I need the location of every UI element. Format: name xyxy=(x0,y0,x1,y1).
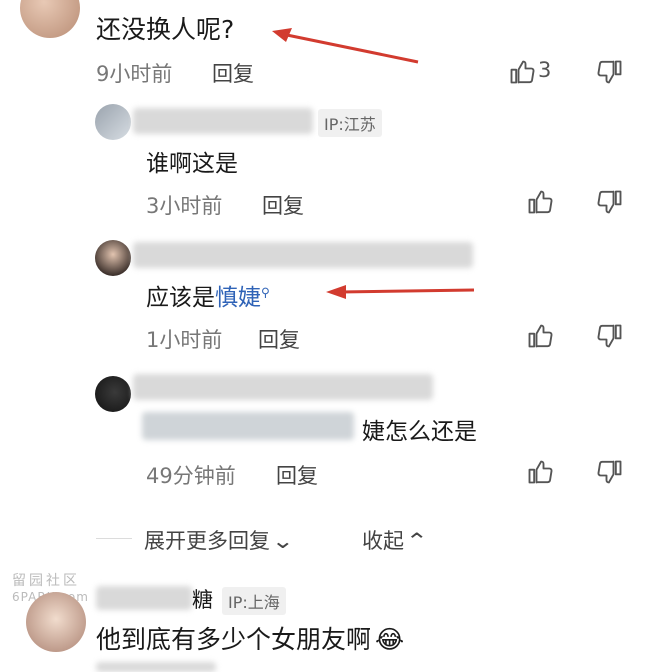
reply-text: 谁啊这是 xyxy=(146,151,238,177)
laughing-emoji-icon: 😂 xyxy=(375,625,405,654)
reply-time: 3小时前 xyxy=(146,194,223,218)
username-blurred[interactable] xyxy=(133,374,433,400)
reply-time: 1小时前 xyxy=(146,328,223,352)
reply-text: 婕怎么还是 xyxy=(362,419,477,445)
reply-button[interactable]: 回复 xyxy=(262,190,304,220)
comment-text: 还没换人呢? xyxy=(96,15,235,44)
dislike-icon[interactable] xyxy=(596,458,624,486)
avatar[interactable] xyxy=(26,592,86,652)
username-blurred[interactable] xyxy=(96,586,192,610)
reply-button[interactable]: 回复 xyxy=(276,460,318,490)
comment-text: 他到底有多少个女朋友啊 😂 xyxy=(96,620,404,656)
annotation-arrow xyxy=(272,28,419,64)
like-icon[interactable] xyxy=(526,458,554,486)
username-visible[interactable]: 糖 xyxy=(192,584,213,614)
comment-text-body: 他到底有多少个女朋友啊 xyxy=(96,625,372,654)
reply-text-blurred xyxy=(142,412,354,440)
dislike-icon[interactable] xyxy=(596,58,624,86)
avatar[interactable] xyxy=(20,0,80,38)
collapse-button[interactable]: 收起⌃ xyxy=(362,525,429,555)
like-icon[interactable] xyxy=(526,322,554,350)
ip-location-tag: IP:江苏 xyxy=(318,109,382,137)
reply-time: 49分钟前 xyxy=(146,464,236,488)
avatar[interactable] xyxy=(95,240,131,276)
chevron-down-icon: ⌄ xyxy=(271,529,295,553)
comment-time: 9小时前 xyxy=(96,62,173,86)
expand-replies-button[interactable]: 展开更多回复⌄ xyxy=(144,525,295,555)
expand-replies-label: 展开更多回复 xyxy=(144,529,270,553)
mention-link[interactable]: 慎婕 xyxy=(215,285,261,311)
watermark: 留园社区 xyxy=(12,573,80,589)
ip-location-tag: IP:上海 xyxy=(222,587,286,615)
reply-button[interactable]: 回复 xyxy=(258,324,300,354)
reply-text: 应该是慎婕⚲ xyxy=(146,278,270,312)
username-blurred[interactable] xyxy=(133,108,313,134)
next-item-blurred xyxy=(96,662,216,672)
avatar[interactable] xyxy=(95,376,131,412)
username-blurred[interactable] xyxy=(133,242,473,268)
collapse-label: 收起 xyxy=(362,529,404,553)
reply-text-prefix: 应该是 xyxy=(146,285,215,311)
reply-button[interactable]: 回复 xyxy=(212,58,254,88)
annotation-arrow xyxy=(326,285,475,299)
avatar[interactable] xyxy=(95,104,131,140)
search-icon[interactable]: ⚲ xyxy=(261,285,270,299)
dislike-icon[interactable] xyxy=(596,322,624,350)
like-icon[interactable] xyxy=(508,58,536,86)
like-icon[interactable] xyxy=(526,188,554,216)
dislike-icon[interactable] xyxy=(596,188,624,216)
chevron-up-icon: ⌃ xyxy=(405,529,429,553)
like-count: 3 xyxy=(538,58,552,82)
divider xyxy=(96,538,132,539)
